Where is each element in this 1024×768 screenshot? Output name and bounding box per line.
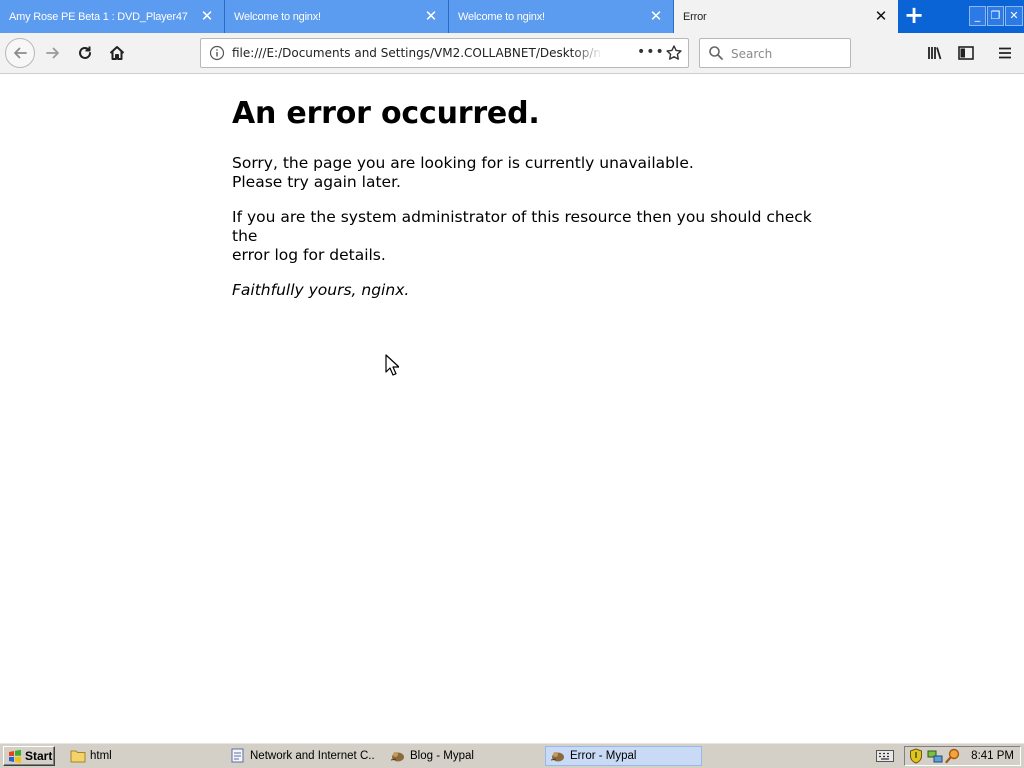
search-icon [709, 46, 723, 60]
reload-button[interactable] [71, 39, 99, 67]
unavailable-message: Sorry, the page you are looking for is c… [232, 154, 812, 192]
admin-line-1: If you are the system administrator of t… [232, 208, 812, 245]
shield-icon[interactable] [909, 748, 923, 764]
tab-close-icon[interactable]: ✕ [424, 9, 438, 24]
tab-close-icon[interactable]: ✕ [200, 9, 214, 24]
search-bar[interactable] [699, 38, 851, 68]
url-text[interactable]: file:///E:/Documents and Settings/VM2.CO… [232, 46, 602, 62]
forward-button[interactable] [39, 39, 67, 67]
tab-title: Welcome to nginx! [234, 10, 321, 23]
tab-strip: Amy Rose PE Beta 1 : DVD_Player47 : ✕ We… [0, 0, 1024, 33]
system-tray: 8:41 PM [904, 746, 1021, 766]
taskbar: Start html Network and Internet C... Blo… [0, 742, 1024, 768]
close-window-button[interactable]: ✕ [1005, 6, 1023, 26]
taskbar-item-network[interactable]: Network and Internet C... [226, 746, 378, 766]
admin-line-2: error log for details. [232, 246, 386, 264]
keyboard-icon[interactable] [876, 750, 894, 762]
address-bar[interactable]: file:///E:/Documents and Settings/VM2.CO… [200, 38, 689, 68]
start-button[interactable]: Start [3, 746, 55, 766]
tab-amy-rose[interactable]: Amy Rose PE Beta 1 : DVD_Player47 : ✕ [0, 0, 225, 33]
page-heading: An error occurred. [232, 96, 540, 131]
clock: 8:41 PM [971, 750, 1014, 762]
forward-arrow-icon [46, 47, 59, 59]
tab-title: Welcome to nginx! [458, 10, 545, 23]
signature: Faithfully yours, nginx. [232, 281, 410, 299]
start-label: Start [25, 749, 53, 763]
tab-welcome-nginx-1[interactable]: Welcome to nginx! ✕ [225, 0, 449, 33]
page-actions-icon[interactable]: ••• [637, 44, 664, 62]
tab-close-icon[interactable]: ✕ [874, 9, 888, 24]
nav-toolbar: file:///E:/Documents and Settings/VM2.CO… [0, 33, 1024, 74]
new-tab-button[interactable]: + [899, 3, 929, 29]
unavailable-line-1: Sorry, the page you are looking for is c… [232, 154, 694, 172]
mouse-cursor-icon [385, 354, 399, 376]
minimize-button[interactable]: _ [969, 6, 986, 26]
network-icon[interactable] [927, 748, 943, 764]
info-icon[interactable] [209, 45, 225, 61]
taskbar-item-error-mypal[interactable]: Error - Mypal [545, 746, 702, 766]
tab-title: Amy Rose PE Beta 1 : DVD_Player47 : [9, 10, 191, 23]
url-fade [571, 41, 603, 65]
back-button[interactable] [5, 38, 35, 68]
tab-title: Error [683, 10, 707, 23]
sidebar-icon [958, 46, 974, 60]
reload-icon [79, 46, 91, 59]
mypal-icon [550, 752, 564, 762]
tab-close-icon[interactable]: ✕ [649, 9, 663, 24]
menu-button[interactable] [991, 39, 1019, 67]
back-arrow-icon [14, 47, 27, 59]
windows-logo-icon [9, 749, 21, 763]
taskbar-item-html[interactable]: html [66, 746, 216, 766]
library-button[interactable] [921, 39, 949, 67]
taskbar-item-label: Blog - Mypal [410, 750, 474, 762]
search-icon[interactable] [945, 748, 961, 764]
folder-icon [70, 750, 86, 763]
admin-message: If you are the system administrator of t… [232, 208, 812, 265]
mypal-icon [390, 752, 404, 762]
control-panel-icon [231, 748, 244, 763]
taskbar-item-label: Network and Internet C... [250, 750, 375, 762]
library-icon [928, 47, 942, 60]
page-content: An error occurred. Sorry, the page you a… [0, 74, 1024, 742]
restore-button[interactable]: ❐ [987, 6, 1004, 26]
search-input[interactable] [731, 45, 841, 62]
error-page: An error occurred. Sorry, the page you a… [232, 96, 812, 316]
bookmark-star-icon[interactable] [665, 44, 683, 62]
tab-error[interactable]: Error ✕ [674, 0, 898, 33]
home-button[interactable] [103, 39, 131, 67]
home-icon [109, 46, 125, 60]
taskbar-item-blog-mypal[interactable]: Blog - Mypal [386, 746, 541, 766]
sidebar-button[interactable] [952, 39, 980, 67]
hamburger-menu-icon [999, 47, 1011, 59]
unavailable-line-2: Please try again later. [232, 173, 401, 191]
taskbar-item-label: html [90, 750, 112, 762]
taskbar-item-label: Error - Mypal [570, 750, 637, 762]
tab-welcome-nginx-2[interactable]: Welcome to nginx! ✕ [449, 0, 674, 33]
